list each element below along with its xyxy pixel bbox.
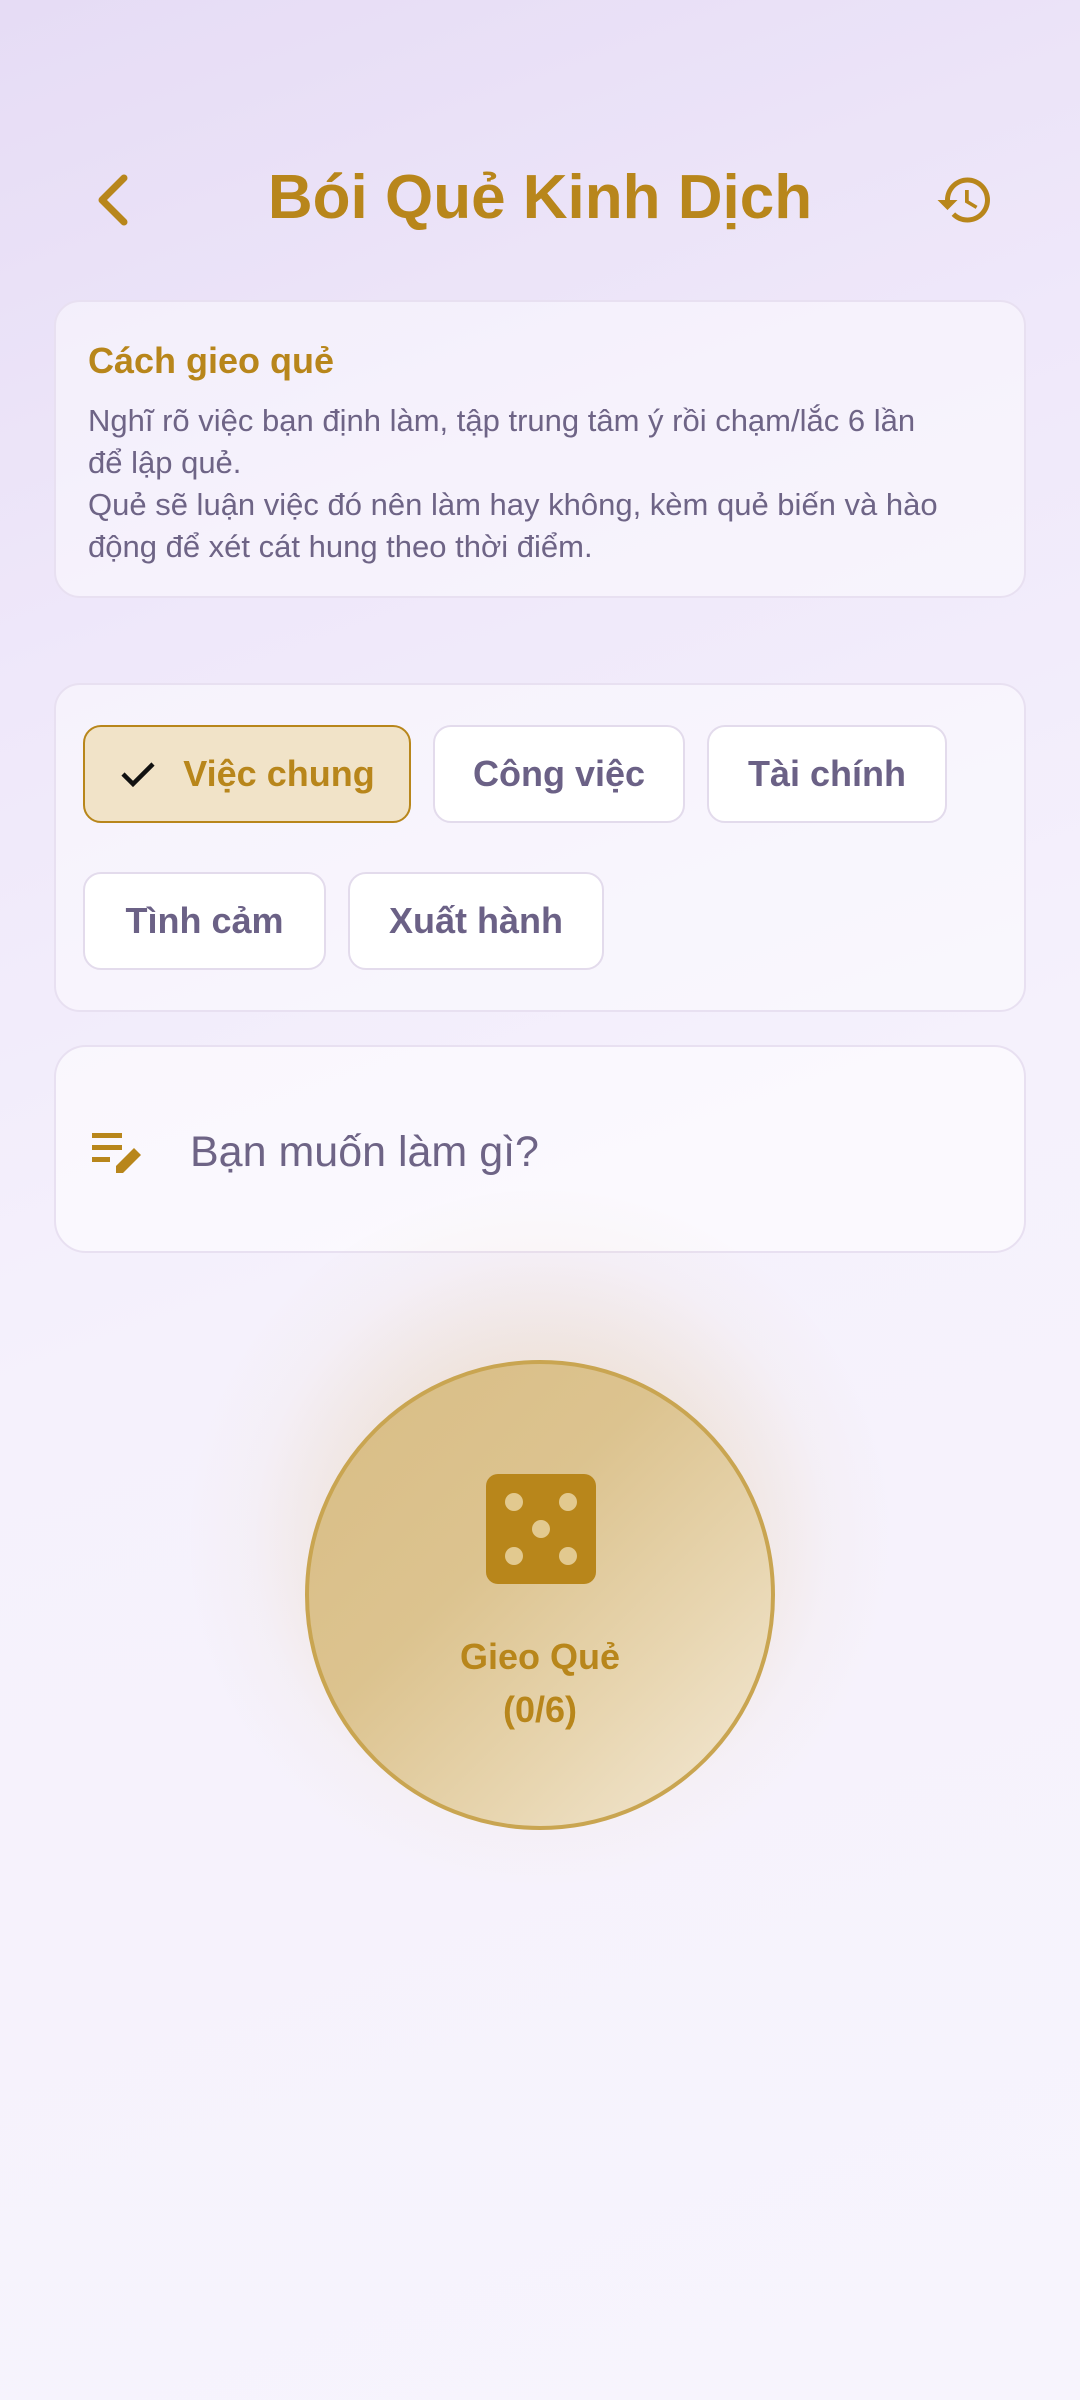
chevron-left-icon: [98, 174, 128, 226]
chip-label: Tài chính: [747, 753, 906, 794]
chip-viec-chung[interactable]: Việc chung: [83, 725, 411, 823]
instructions-card: Cách gieo quẻ Nghĩ rõ việc bạn định làm,…: [54, 300, 1026, 598]
cast-label: Gieo Quẻ: [459, 1636, 621, 1677]
instructions-line-3: Quẻ sẽ luận việc đó nên làm hay không, k…: [88, 487, 938, 522]
instructions-text: Nghĩ rõ việc bạn định làm, tập trung tâm…: [88, 400, 992, 568]
cast-progress: (0/6): [502, 1689, 578, 1730]
chip-xuat-hanh[interactable]: Xuất hành: [348, 872, 604, 970]
check-icon: [119, 759, 157, 789]
chip-label: Công việc: [472, 753, 646, 794]
chip-label: Việc chung: [183, 753, 375, 794]
instructions-line-4: động để xét cát hung theo thời điểm.: [88, 529, 593, 564]
page-title: Bói Quẻ Kinh Dịch: [267, 163, 813, 232]
edit-note-icon: [92, 1133, 141, 1173]
instructions-line-1: Nghĩ rõ việc bạn định làm, tập trung tâm…: [88, 403, 916, 438]
chip-label: Xuất hành: [388, 900, 563, 941]
chip-label: Tình cảm: [125, 900, 284, 941]
cast-button[interactable]: Gieo Quẻ (0/6): [305, 1360, 775, 1830]
chip-tai-chinh[interactable]: Tài chính: [707, 725, 947, 823]
instructions-title: Cách gieo quẻ: [88, 340, 335, 381]
category-chip-group: Việc chung Công việc Tài chính Tình cảm …: [54, 683, 1026, 1012]
app-header: Bói Quẻ Kinh Dịch: [0, 140, 1080, 260]
dice-five-icon: [486, 1474, 596, 1584]
history-icon: [937, 177, 990, 223]
instructions-line-2: để lập quẻ.: [88, 445, 242, 480]
chip-tinh-cam[interactable]: Tình cảm: [83, 872, 326, 970]
chip-cong-viec[interactable]: Công việc: [433, 725, 685, 823]
history-button[interactable]: [920, 160, 1010, 240]
question-input[interactable]: [190, 1107, 970, 1197]
back-button[interactable]: [70, 160, 160, 240]
